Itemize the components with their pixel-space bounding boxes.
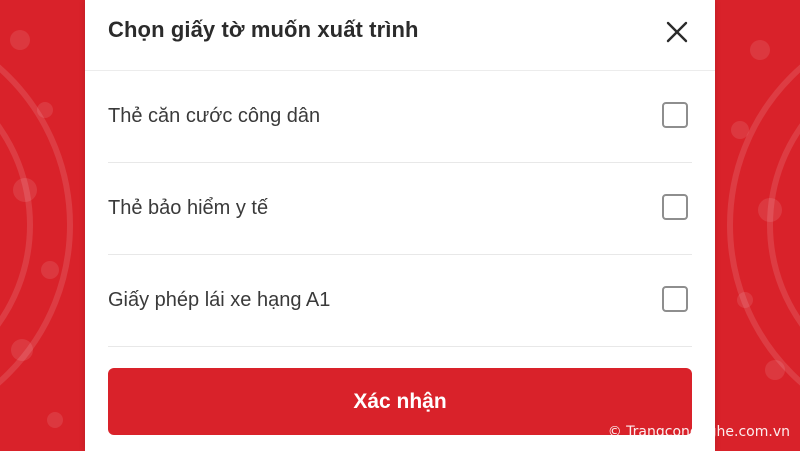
document-select-dialog: Chọn giấy tờ muốn xuất trình Thẻ căn cướ… — [85, 0, 715, 451]
checkbox[interactable] — [662, 194, 688, 220]
close-button[interactable] — [663, 18, 691, 46]
close-icon — [666, 21, 688, 43]
option-label: Giấy phép lái xe hạng A1 — [108, 289, 331, 311]
option-citizen-id-card[interactable]: Thẻ căn cước công dân — [108, 71, 692, 163]
dialog-header: Chọn giấy tờ muốn xuất trình — [85, 0, 715, 71]
watermark: © Trangcongnghe.com.vn — [607, 424, 790, 440]
option-label: Thẻ bảo hiểm y tế — [108, 197, 269, 219]
confirm-button[interactable]: Xác nhận — [108, 368, 692, 435]
dialog-title: Chọn giấy tờ muốn xuất trình — [108, 17, 419, 42]
option-driving-license-a1[interactable]: Giấy phép lái xe hạng A1 — [108, 255, 692, 347]
checkbox[interactable] — [662, 102, 688, 128]
checkbox[interactable] — [662, 286, 688, 312]
option-label: Thẻ căn cước công dân — [108, 105, 321, 127]
option-health-insurance-card[interactable]: Thẻ bảo hiểm y tế — [108, 163, 692, 255]
